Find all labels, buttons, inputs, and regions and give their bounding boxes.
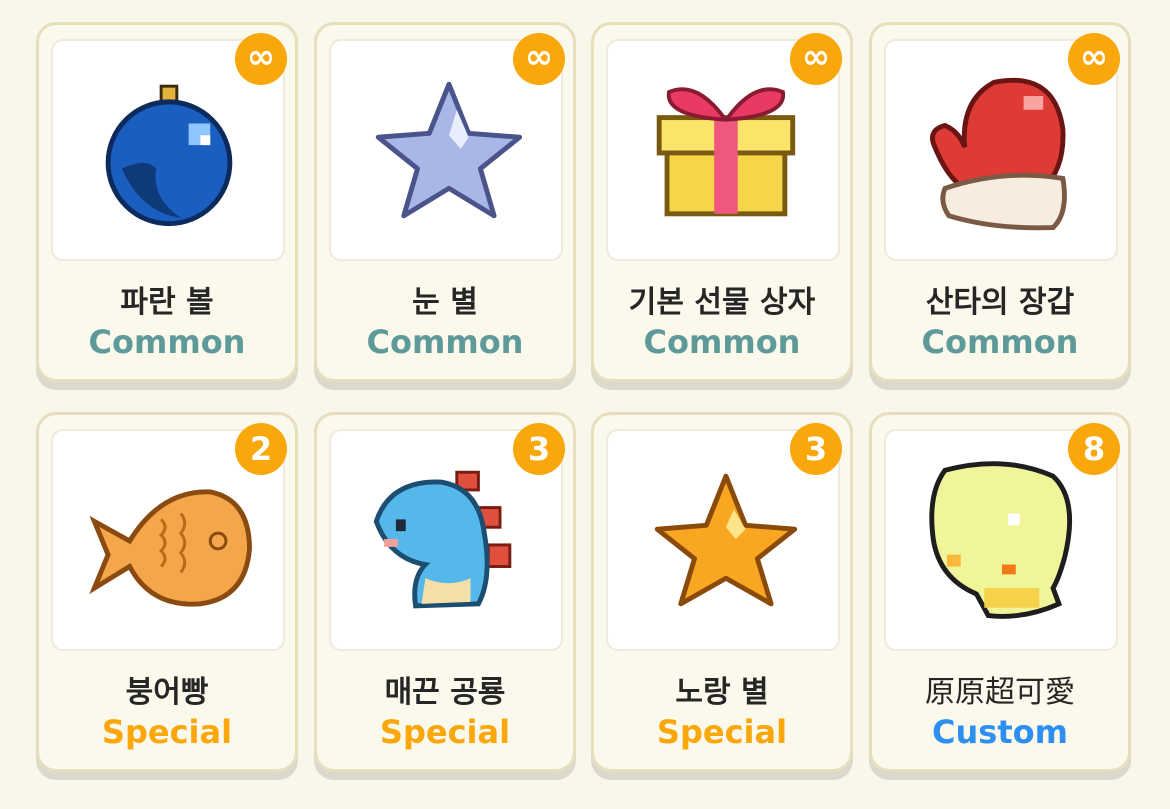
item-name: 매끈 공룡	[384, 675, 506, 710]
item-card[interactable]: ∞ 파란 볼 Common	[36, 22, 298, 382]
quantity-badge: ∞	[790, 33, 842, 85]
quantity-badge: ∞	[1068, 33, 1120, 85]
item-rarity: Custom	[932, 713, 1068, 751]
item-name: 노랑 별	[675, 675, 769, 710]
quantity-badge: ∞	[513, 33, 565, 85]
item-card[interactable]: 3 매끈 공룡 Special	[314, 412, 576, 772]
item-name: 기본 선물 상자	[628, 285, 816, 320]
quantity-badge: 3	[513, 423, 565, 475]
quantity-badge: 3	[790, 423, 842, 475]
item-rarity: Special	[656, 713, 788, 751]
item-name: 붕어빵	[125, 675, 209, 710]
item-name: 눈 별	[412, 285, 478, 320]
item-rarity: Special	[101, 713, 233, 751]
item-card[interactable]: ∞ 기본 선물 상자 Common	[591, 22, 853, 382]
item-rarity: Special	[379, 713, 511, 751]
quantity-badge: 8	[1068, 423, 1120, 475]
item-card[interactable]: 3 노랑 별 Special	[591, 412, 853, 772]
item-rarity: Common	[643, 323, 801, 361]
quantity-badge: 2	[235, 423, 287, 475]
item-name: 산타의 장갑	[925, 285, 1075, 320]
quantity-badge: ∞	[235, 33, 287, 85]
item-card[interactable]: 2 붕어빵 Special	[36, 412, 298, 772]
item-name: 파란 볼	[120, 285, 214, 320]
item-card[interactable]: ∞ 눈 별 Common	[314, 22, 576, 382]
item-rarity: Common	[88, 323, 246, 361]
item-rarity: Common	[921, 323, 1079, 361]
item-card[interactable]: 8 原原超可愛 Custom	[869, 412, 1131, 772]
item-rarity: Common	[366, 323, 524, 361]
item-name: 原原超可愛	[925, 675, 1075, 710]
item-card[interactable]: ∞ 산타의 장갑 Common	[869, 22, 1131, 382]
